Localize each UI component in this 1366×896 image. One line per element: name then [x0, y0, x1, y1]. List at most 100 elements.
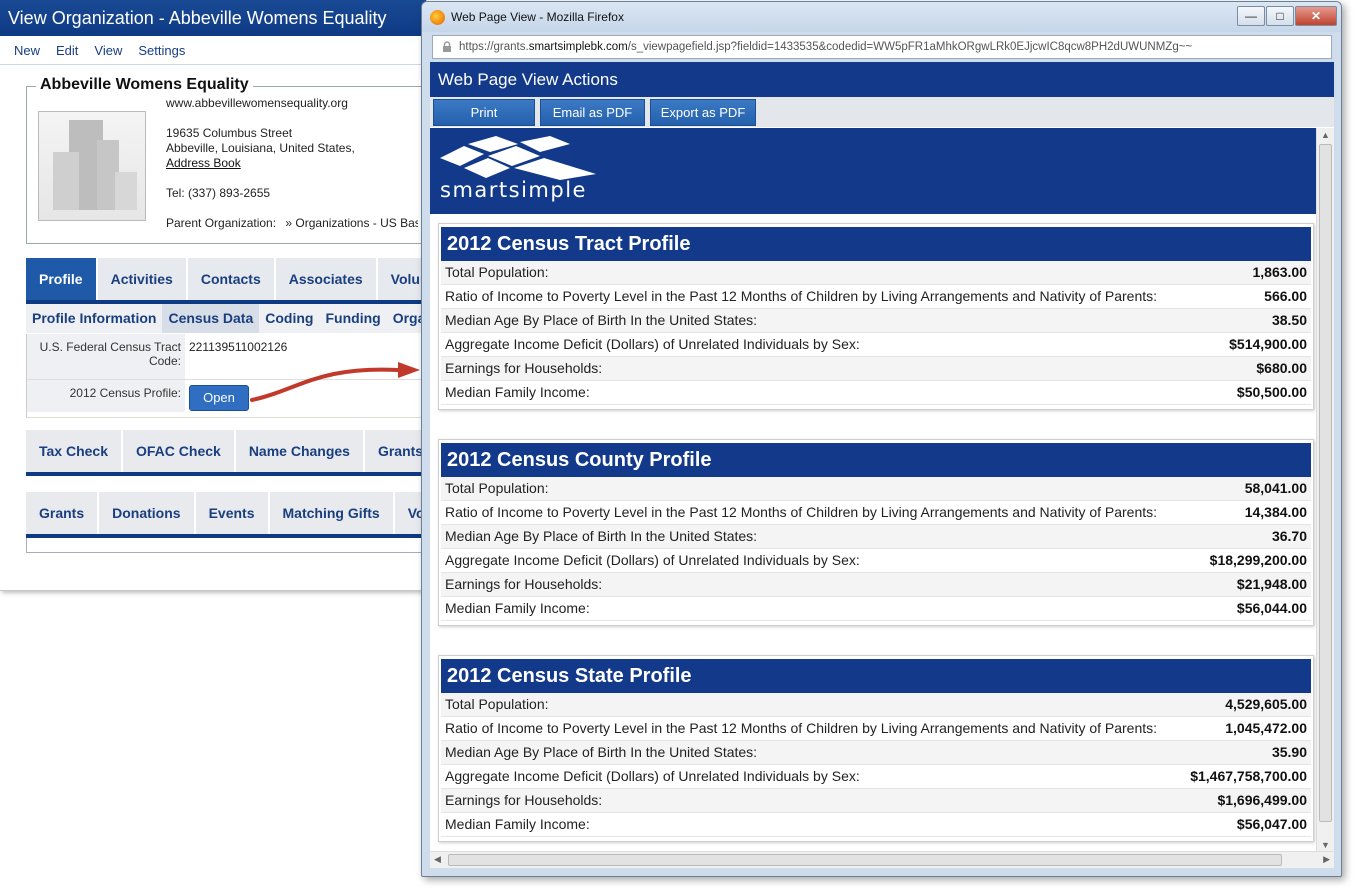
row-value: 38.50 [1271, 312, 1307, 328]
org-city: Abbeville, Louisiana, United States, [166, 141, 355, 155]
row-label: Ratio of Income to Poverty Level in the … [445, 720, 1158, 736]
tab-associates[interactable]: Associates [275, 258, 378, 300]
row-value: $514,900.00 [1229, 336, 1307, 352]
table-row: Total Population: 4,529,605.00 [441, 693, 1311, 717]
web-page-view-toolbar: Print Email as PDF Export as PDF [430, 97, 1334, 127]
tab-contacts[interactable]: Contacts [187, 258, 276, 300]
url-text[interactable]: https://grants.smartsimplebk.com/s_viewp… [459, 41, 1192, 53]
window-title: View Organization - Abbeville Womens Equ… [0, 0, 426, 36]
row-value: $18,299,200.00 [1209, 552, 1307, 568]
address-bar[interactable]: https://grants.smartsimplebk.com/s_viewp… [432, 35, 1332, 59]
tab-name-changes[interactable]: Name Changes [235, 430, 365, 472]
table-row: Aggregate Income Deficit (Dollars) of Un… [441, 549, 1311, 573]
census-state-profile-card: 2012 Census State Profile Total Populati… [438, 655, 1314, 842]
census-tract-label: U.S. Federal Census Tract Code: [27, 334, 185, 379]
row-label: Median Age By Place of Birth In the Unit… [445, 312, 758, 328]
tab-donations[interactable]: Donations [99, 492, 196, 534]
tab-matching-gifts[interactable]: Matching Gifts [269, 492, 395, 534]
tab-tax-check[interactable]: Tax Check [26, 430, 123, 472]
subtab-funding[interactable]: Funding [319, 304, 386, 333]
smartsimple-logo-band: smartsimple [430, 128, 1317, 214]
subtab-profile-information[interactable]: Profile Information [26, 304, 162, 333]
open-button[interactable]: Open [189, 385, 249, 411]
parent-organization-link[interactable]: » Organizations - US Bas [285, 216, 418, 230]
row-label: Median Family Income: [445, 816, 590, 832]
row-label: Total Population: [445, 696, 549, 712]
row-value: 58,041.00 [1244, 480, 1307, 496]
card-title: 2012 Census Tract Profile [441, 227, 1311, 261]
url-domain: smartsimplebk.com [528, 41, 628, 53]
export-as-pdf-button[interactable]: Export as PDF [650, 98, 756, 126]
tab-profile[interactable]: Profile [26, 258, 98, 300]
vertical-scrollbar[interactable]: ▲ ▼ [1316, 128, 1334, 852]
row-label: Median Family Income: [445, 600, 590, 616]
menu-new[interactable]: New [14, 43, 40, 58]
scroll-down-icon[interactable]: ▼ [1321, 840, 1330, 850]
popup-title-bar: Web Page View - Mozilla Firefox — □ ✕ [422, 2, 1341, 32]
row-label: Ratio of Income to Poverty Level in the … [445, 504, 1158, 520]
row-value: $50,500.00 [1236, 384, 1307, 400]
tab-grants-list[interactable]: Grants [26, 492, 100, 534]
page-scroll-area[interactable]: smartsimple 2012 Census Tract Profile To… [430, 128, 1317, 852]
subtab-census-data[interactable]: Census Data [162, 304, 260, 333]
table-row: Median Family Income: $56,047.00 [441, 813, 1311, 837]
table-row: Ratio of Income to Poverty Level in the … [441, 285, 1311, 309]
web-page-view: Web Page View Actions Print Email as PDF… [430, 62, 1334, 868]
card-title: 2012 Census County Profile [441, 443, 1311, 477]
row-value: 1,863.00 [1252, 264, 1308, 280]
table-row: Total Population: 1,863.00 [441, 261, 1311, 285]
menu-bar: New Edit View Settings [0, 36, 426, 65]
url-prefix: https://grants. [459, 41, 529, 53]
parent-organization: Parent Organization: » Organizations - U… [166, 216, 418, 230]
menu-settings[interactable]: Settings [138, 43, 185, 58]
menu-edit[interactable]: Edit [56, 43, 78, 58]
table-row: Aggregate Income Deficit (Dollars) of Un… [441, 333, 1311, 357]
row-value: $1,467,758,700.00 [1190, 768, 1307, 784]
row-value: $21,948.00 [1236, 576, 1307, 592]
scroll-up-icon[interactable]: ▲ [1321, 130, 1330, 140]
row-label: Aggregate Income Deficit (Dollars) of Un… [445, 768, 860, 784]
address-book-link[interactable]: Address Book [166, 156, 241, 170]
scroll-left-icon[interactable]: ◀ [434, 854, 441, 865]
tab-events[interactable]: Events [195, 492, 270, 534]
web-page-view-header: Web Page View Actions [430, 62, 1334, 97]
print-button[interactable]: Print [433, 98, 535, 126]
organization-name: Abbeville Womens Equality [36, 76, 253, 94]
menu-view[interactable]: View [94, 43, 122, 58]
card-title: 2012 Census State Profile [441, 659, 1311, 693]
horizontal-scrollbar[interactable]: ◀ ▶ [430, 851, 1334, 868]
row-label: Aggregate Income Deficit (Dollars) of Un… [445, 336, 860, 352]
row-value: $56,044.00 [1236, 600, 1307, 616]
smartsimple-logo-icon [440, 136, 596, 180]
maximize-icon[interactable]: □ [1266, 6, 1294, 26]
row-value: $56,047.00 [1236, 816, 1307, 832]
table-row: Median Family Income: $50,500.00 [441, 381, 1311, 405]
table-row: Earnings for Households: $680.00 [441, 357, 1311, 381]
subtab-coding[interactable]: Coding [259, 304, 319, 333]
scroll-right-icon[interactable]: ▶ [1323, 854, 1330, 865]
row-label: Earnings for Households: [445, 576, 603, 592]
row-value: 36.70 [1271, 528, 1307, 544]
table-row: Median Age By Place of Birth In the Unit… [441, 309, 1311, 333]
profile-subtab-bar: Profile Information Census Data Coding F… [26, 304, 446, 333]
parent-organization-label: Parent Organization: [166, 216, 277, 230]
email-as-pdf-button[interactable]: Email as PDF [540, 98, 645, 126]
smartsimple-logo-text: smartsimple [440, 178, 587, 202]
table-row: Total Population: 58,041.00 [441, 477, 1311, 501]
close-icon[interactable]: ✕ [1295, 6, 1337, 26]
organization-building-image [38, 111, 146, 221]
tab-activities[interactable]: Activities [97, 258, 188, 300]
table-row: Median Family Income: $56,044.00 [441, 597, 1311, 621]
row-value: 566.00 [1264, 288, 1307, 304]
tab-ofac-check[interactable]: OFAC Check [123, 430, 236, 472]
horizontal-scroll-thumb[interactable] [448, 854, 1282, 866]
profile-tab-bar: Profile Activities Contacts Associates V… [26, 258, 446, 304]
row-value: $680.00 [1256, 360, 1307, 376]
minimize-icon[interactable]: — [1237, 6, 1265, 26]
census-county-profile-card: 2012 Census County Profile Total Populat… [438, 439, 1314, 626]
vertical-scroll-thumb[interactable] [1319, 144, 1332, 822]
row-value: $1,696,499.00 [1217, 792, 1307, 808]
row-value: 1,045,472.00 [1225, 720, 1307, 736]
row-label: Median Family Income: [445, 384, 590, 400]
org-website[interactable]: www.abbevillewomensequality.org [166, 96, 348, 110]
